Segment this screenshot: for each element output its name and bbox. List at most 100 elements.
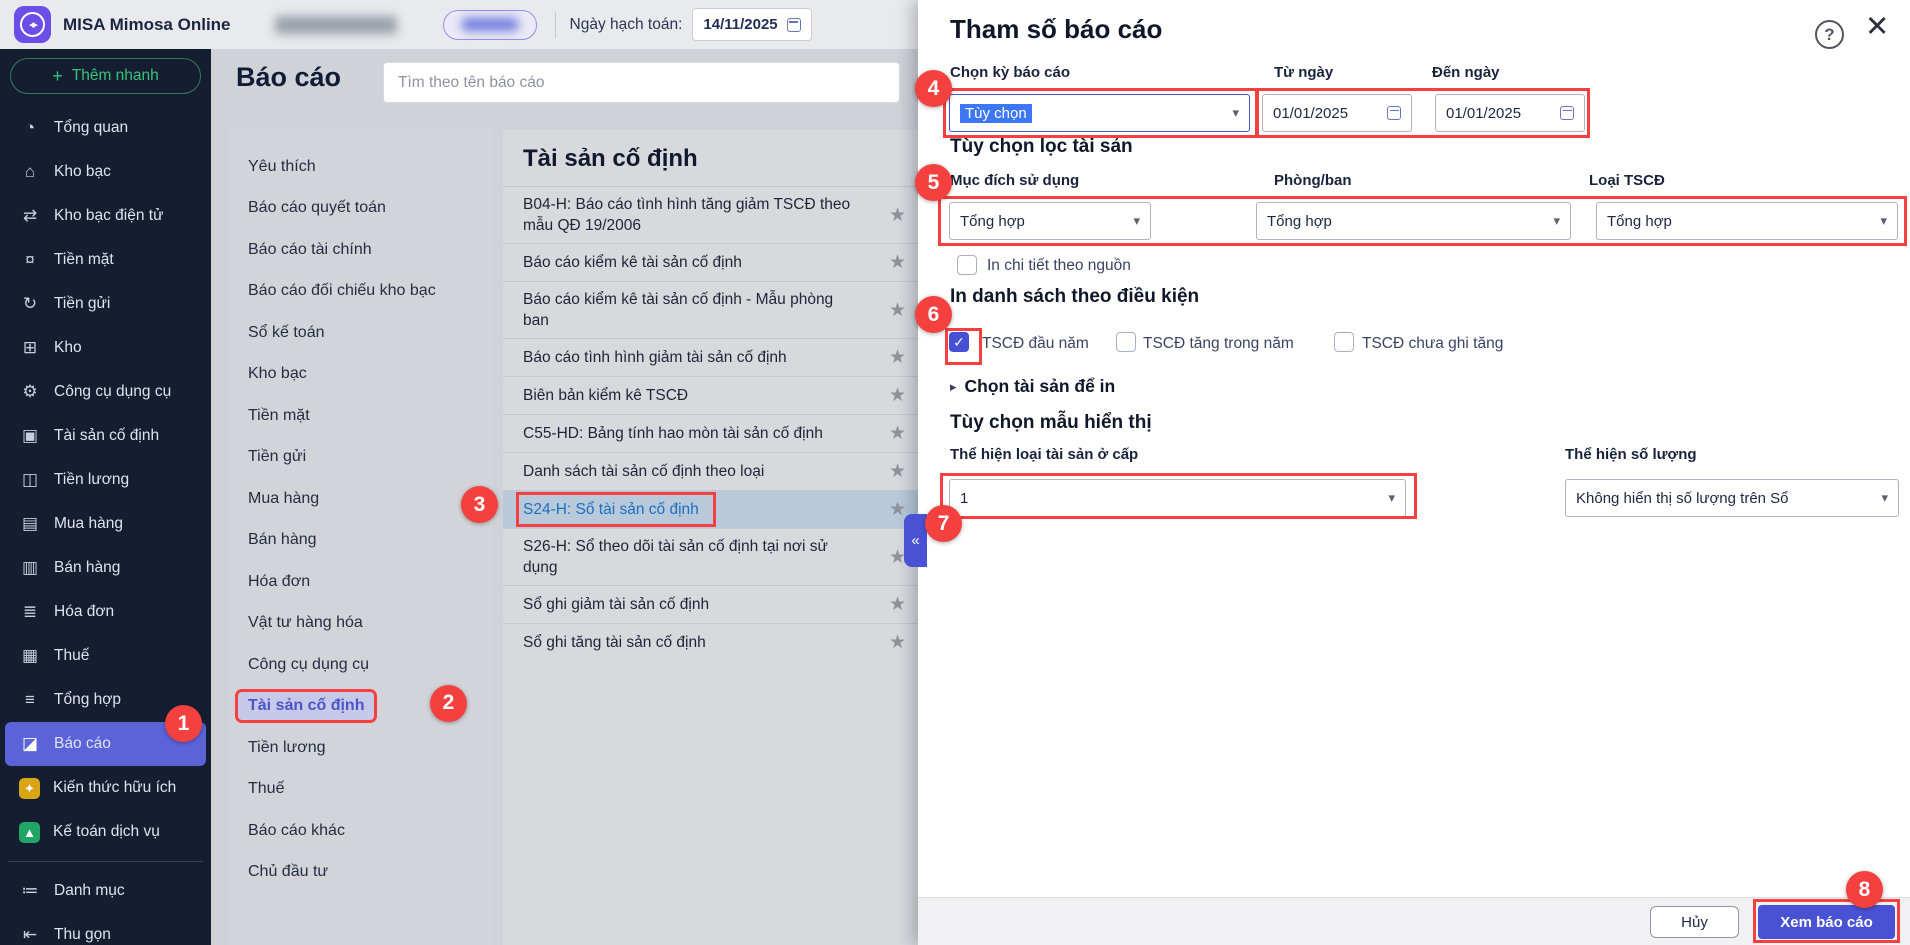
close-icon[interactable]: ✕: [1865, 13, 1889, 42]
quick-add-button[interactable]: + Thêm nhanh: [10, 58, 201, 94]
sidebar-item[interactable]: ≔ Danh mục: [0, 861, 211, 913]
report-list-item[interactable]: Sổ ghi tăng tài sản cố định ★: [503, 623, 920, 661]
posting-date-input[interactable]: 14/11/2025: [692, 8, 812, 41]
purpose-select[interactable]: Tổng hợp ▾: [949, 202, 1151, 240]
report-category-item[interactable]: Tiền lương: [230, 727, 493, 769]
sidebar-item[interactable]: ⇄ Kho bạc điện tử: [0, 194, 211, 238]
sidebar-item[interactable]: ◔ Tổng quan: [0, 106, 211, 150]
sidebar-item[interactable]: ▦ Thuế: [0, 634, 211, 678]
favorite-star-icon[interactable]: ★: [889, 204, 906, 227]
sidebar-item[interactable]: ✦ Kiến thức hữu ích: [0, 766, 211, 810]
sidebar-item[interactable]: ▥ Bán hàng: [0, 546, 211, 590]
report-category-label: Báo cáo đối chiếu kho bạc: [248, 282, 436, 300]
detail-by-source-checkbox[interactable]: [957, 255, 977, 275]
sidebar-item[interactable]: ◪ Báo cáo 1: [5, 705, 206, 766]
report-list-item[interactable]: Sổ ghi giảm tài sản cố định ★: [503, 585, 920, 623]
report-search-input[interactable]: [383, 62, 900, 103]
help-icon[interactable]: ?: [1815, 20, 1844, 49]
report-list-item[interactable]: S24-H: Sổ tài sản cố định ★ 3: [461, 486, 920, 528]
report-category-item[interactable]: Mua hàng: [230, 478, 493, 520]
page-title: Báo cáo: [236, 62, 342, 92]
sidebar-item[interactable]: ≣ Hóa đơn: [0, 590, 211, 634]
sidebar-item[interactable]: ◫ Tiền lương: [0, 458, 211, 502]
sidebar-item-label: Tiền gửi: [54, 295, 111, 312]
favorite-star-icon[interactable]: ★: [889, 384, 906, 407]
tscd-dau-nam-checkbox[interactable]: ✓: [949, 332, 969, 352]
sidebar-item-icon: ✦: [19, 777, 40, 799]
quantity-select[interactable]: Không hiển thị số lượng trên Sổ ▾: [1565, 479, 1899, 517]
department-select[interactable]: Tổng hợp ▾: [1256, 202, 1571, 240]
calendar-icon: [786, 17, 801, 32]
favorite-star-icon[interactable]: ★: [889, 251, 906, 274]
report-category-item[interactable]: Chủ đầu tư: [230, 852, 493, 894]
favorite-star-icon[interactable]: ★: [889, 460, 906, 483]
drawer-footer: Hủy Xem báo cáo: [918, 897, 1910, 945]
sidebar-item-icon: ¤: [25, 250, 35, 269]
favorite-star-icon[interactable]: ★: [889, 631, 906, 654]
sidebar-item[interactable]: ▣ Tài sản cố định: [0, 414, 211, 458]
drawer-collapse-tab[interactable]: «: [904, 514, 927, 567]
sidebar-item-icon: ⌂: [24, 162, 36, 181]
sidebar-item[interactable]: ⚙ Công cụ dụng cụ: [0, 370, 211, 414]
report-parameters-drawer: Tham số báo cáo ? ✕ Chọn kỳ báo cáo Từ n…: [904, 0, 1910, 945]
report-category-item[interactable]: Báo cáo đối chiếu kho bạc: [230, 271, 493, 313]
report-list-item[interactable]: Báo cáo kiểm kê tài sản cố định ★: [503, 243, 920, 281]
report-category-item[interactable]: Vật tư hàng hóa: [230, 603, 493, 645]
report-category-item[interactable]: Tài sản cố định 2: [230, 684, 493, 728]
report-category-item[interactable]: Thuế: [230, 769, 493, 811]
report-item-label: Báo cáo tình hình giảm tài sản cố định: [523, 349, 787, 366]
sidebar-item[interactable]: ⊞ Kho: [0, 326, 211, 370]
report-category-label: Kho bạc: [248, 365, 307, 383]
sidebar-item[interactable]: ¤ Tiền mặt: [0, 238, 211, 282]
display-section-heading: Tùy chọn mẫu hiển thị: [950, 412, 1152, 433]
favorite-star-icon[interactable]: ★: [889, 593, 906, 616]
report-item-label: Báo cáo kiểm kê tài sản cố định: [523, 254, 742, 271]
asset-type-select[interactable]: Tổng hợp ▾: [1596, 202, 1898, 240]
favorite-star-icon[interactable]: ★: [889, 422, 906, 445]
report-list-item[interactable]: C55-HD: Bảng tính hao mòn tài sản cố địn…: [503, 414, 920, 452]
choose-assets-expander[interactable]: ▸ Chọn tài sản để in: [950, 376, 1115, 397]
report-list-item[interactable]: Danh sách tài sản cố định theo loại ★: [503, 452, 920, 490]
to-date-input[interactable]: 01/01/2025: [1435, 94, 1585, 132]
sidebar-item[interactable]: ▤ Mua hàng: [0, 502, 211, 546]
report-item-label: Biên bản kiểm kê TSCĐ: [523, 387, 689, 404]
report-category-item[interactable]: Tiền mặt: [230, 395, 493, 437]
period-select[interactable]: Tùy chọn ▾: [949, 94, 1250, 132]
report-category-item[interactable]: Tiền gửi: [230, 437, 493, 479]
report-category-item[interactable]: Báo cáo khác: [230, 810, 493, 852]
report-list-title: Tài sản cố định: [523, 145, 698, 172]
report-category-item[interactable]: Sổ kế toán: [230, 312, 493, 354]
sidebar-item[interactable]: ↻ Tiền gửi: [0, 282, 211, 326]
favorite-star-icon[interactable]: ★: [889, 299, 906, 322]
sidebar-item[interactable]: ⌂ Kho bạc: [0, 150, 211, 194]
view-report-button[interactable]: Xem báo cáo: [1758, 905, 1895, 939]
report-list-item[interactable]: S26-H: Sổ theo dõi tài sản cố định tại n…: [503, 528, 920, 585]
tscd-tang-trong-nam-checkbox[interactable]: [1116, 332, 1136, 352]
report-item-label: S26-H: Sổ theo dõi tài sản cố định tại n…: [523, 538, 828, 576]
favorite-star-icon[interactable]: ★: [889, 498, 906, 521]
asset-level-select[interactable]: 1 ▾: [949, 479, 1406, 517]
sidebar-item[interactable]: ▲ Kế toán dịch vụ: [0, 810, 211, 854]
purpose-label: Mục đích sử dụng: [950, 172, 1080, 189]
report-category-item[interactable]: Kho bạc: [230, 354, 493, 396]
report-category-item[interactable]: Báo cáo quyết toán: [230, 188, 493, 230]
sidebar-item-label: Báo cáo: [54, 735, 111, 752]
cancel-button[interactable]: Hủy: [1650, 906, 1739, 938]
sidebar-item[interactable]: ⇤ Thu gọn: [0, 913, 211, 945]
sidebar-item-icon: ⊞: [22, 338, 38, 357]
report-list-item[interactable]: Báo cáo tình hình giảm tài sản cố định ★: [503, 338, 920, 376]
from-date-input[interactable]: 01/01/2025: [1262, 94, 1412, 132]
report-list-item[interactable]: Biên bản kiểm kê TSCĐ ★: [503, 376, 920, 414]
tscd-chua-ghi-tang-checkbox[interactable]: [1334, 332, 1354, 352]
favorite-star-icon[interactable]: ★: [889, 346, 906, 369]
triangle-right-icon: ▸: [950, 378, 957, 394]
report-category-item[interactable]: Bán hàng: [230, 520, 493, 562]
report-list-item[interactable]: Báo cáo kiểm kê tài sản cố định - Mẫu ph…: [503, 281, 920, 338]
sidebar-item-icon: ◔: [24, 118, 36, 137]
report-list-item[interactable]: B04-H: Báo cáo tình hình tăng giảm TSCĐ …: [503, 186, 920, 243]
report-category-item[interactable]: Báo cáo tài chính: [230, 229, 493, 271]
report-category-item[interactable]: Công cụ dụng cụ: [230, 644, 493, 686]
redacted-user-pill[interactable]: [442, 9, 537, 40]
report-category-item[interactable]: Yêu thích: [230, 146, 493, 188]
report-category-item[interactable]: Hóa đơn: [230, 561, 493, 603]
